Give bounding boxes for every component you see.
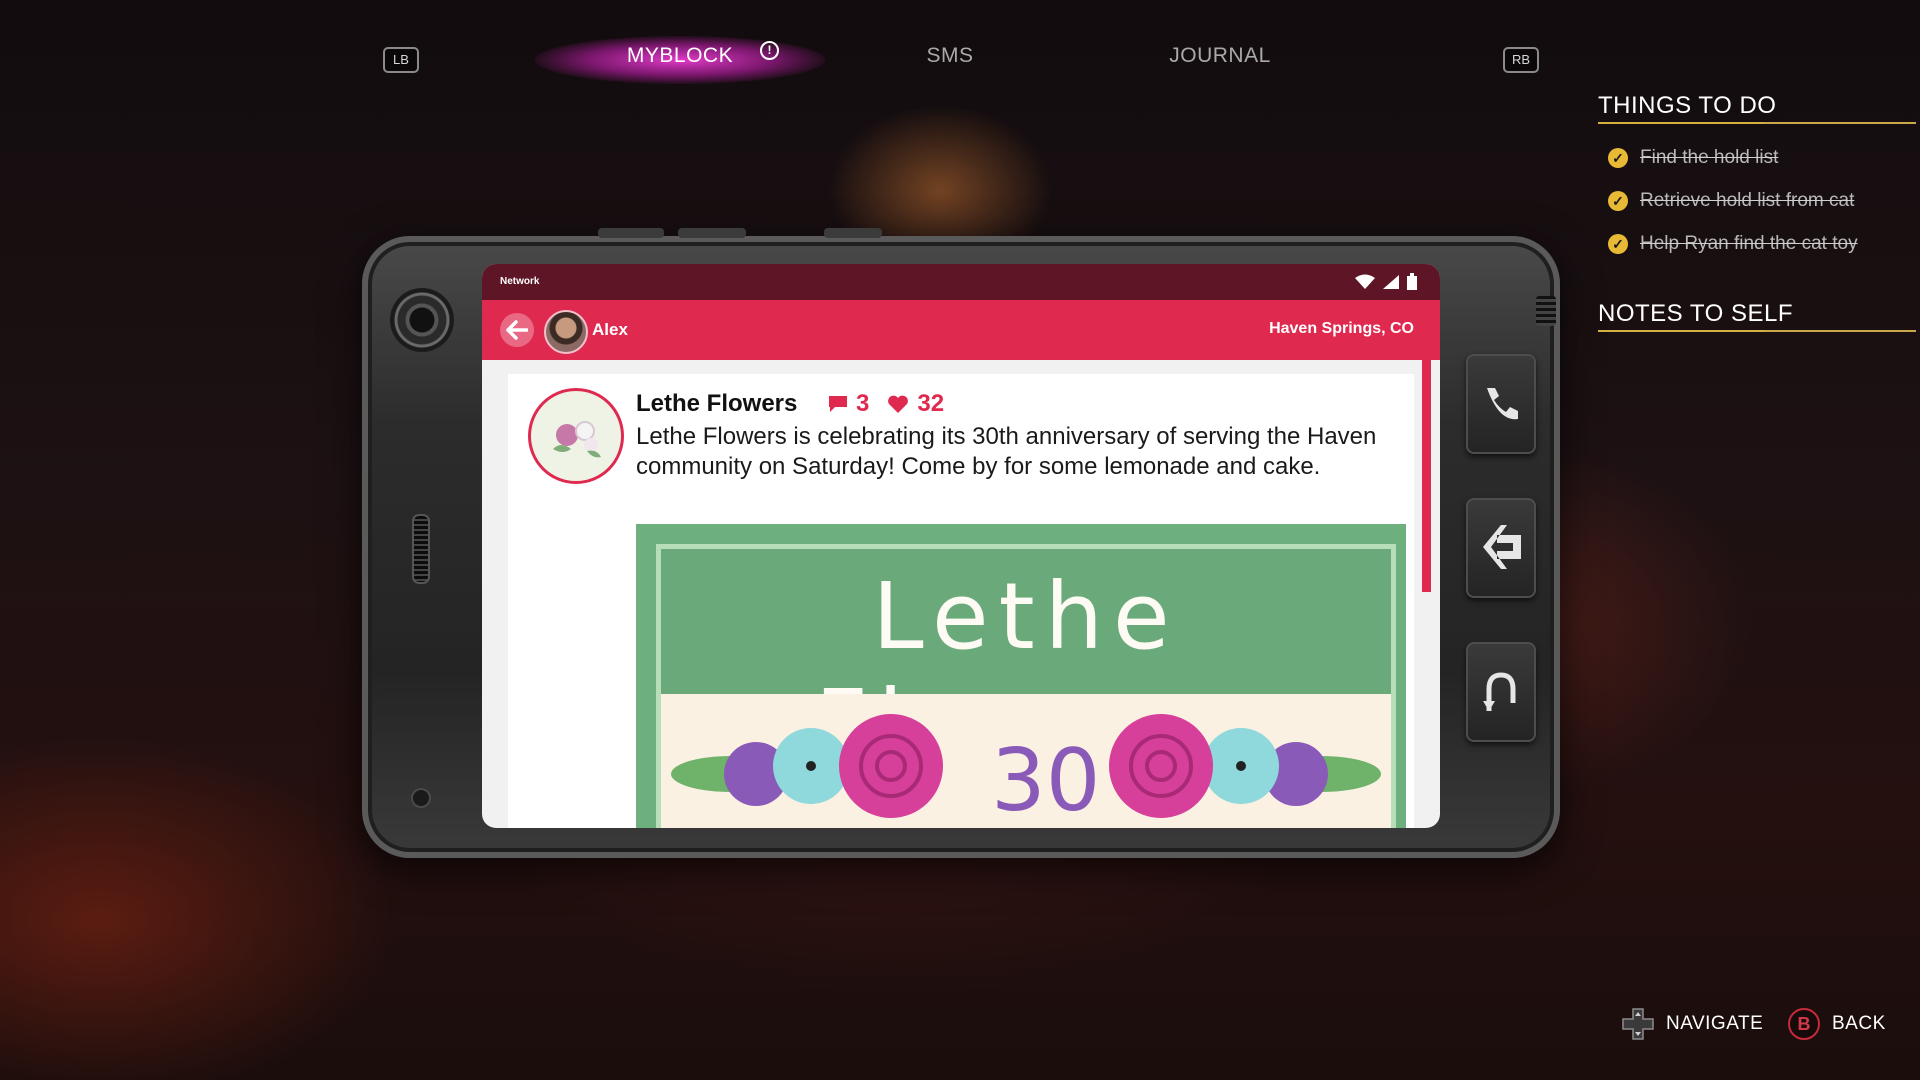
navigate-hint: NAVIGATE (1622, 1008, 1763, 1040)
back-arrow-button[interactable] (500, 313, 534, 347)
comment-icon (829, 396, 847, 412)
phone-top-button (598, 228, 664, 238)
flower-logo-icon (553, 421, 601, 458)
back-hint[interactable]: B BACK (1788, 1008, 1886, 1040)
signal-icon (1383, 275, 1399, 289)
user-name: Alex (592, 320, 628, 339)
call-button[interactable] (1466, 354, 1536, 454)
phone-sensor (411, 788, 431, 808)
phone-top-button (678, 228, 746, 238)
heart-icon[interactable] (887, 394, 909, 414)
exit-app-button[interactable] (1466, 498, 1536, 598)
image-anniversary-number: 30 (991, 731, 1101, 828)
speaker-grille (412, 514, 430, 584)
return-icon (1483, 672, 1516, 711)
post-card[interactable]: Lethe Flowers 3 32 Lethe Flowers is cele… (508, 374, 1414, 828)
heading-underline (1598, 330, 1916, 332)
post-author-avatar (528, 388, 624, 484)
phone-device: Network Alex Haven Springs, CO Lethe Flo… (362, 228, 1560, 858)
network-label: Network (500, 276, 540, 287)
like-count: 32 (917, 390, 945, 417)
phone-icon (1487, 388, 1518, 420)
checkmark-icon: ✓ (1608, 148, 1628, 168)
status-icons (1354, 273, 1418, 291)
phone-top-button (824, 228, 882, 238)
things-to-do-heading: THINGS TO DO (1598, 92, 1777, 119)
todo-label: Retrieve hold list from cat (1640, 190, 1855, 211)
return-button[interactable] (1466, 642, 1536, 742)
comment-count: 3 (856, 390, 870, 417)
side-grille (1536, 296, 1556, 326)
todo-label: Help Ryan find the cat toy (1640, 233, 1858, 254)
tab-journal[interactable]: JOURNAL (1140, 44, 1300, 68)
scrollbar[interactable] (1422, 360, 1431, 592)
post-author-name: Lethe Flowers (636, 390, 798, 417)
b-button-icon: B (1788, 1008, 1820, 1040)
dpad-icon (1622, 1008, 1654, 1040)
todo-item: ✓ Find the hold list (1608, 147, 1778, 169)
todo-item: ✓ Retrieve hold list from cat (1608, 190, 1854, 212)
exit-icon (1483, 525, 1521, 569)
location-label: Haven Springs, CO (1269, 320, 1414, 337)
checkmark-icon: ✓ (1608, 191, 1628, 211)
app-header: Alex Haven Springs, CO (482, 300, 1440, 360)
navigate-label: NAVIGATE (1666, 1013, 1764, 1034)
todo-item: ✓ Help Ryan find the cat toy (1608, 233, 1858, 255)
rb-button[interactable]: RB (1503, 47, 1539, 73)
post-image[interactable]: Lethe Flowers (636, 524, 1406, 828)
tab-sms[interactable]: SMS (880, 44, 1020, 68)
back-label: BACK (1832, 1013, 1886, 1034)
checkmark-icon: ✓ (1608, 234, 1628, 254)
lb-button[interactable]: LB (383, 47, 419, 73)
heading-underline (1598, 122, 1916, 124)
post-text: Lethe Flowers is celebrating its 30th an… (636, 423, 1377, 480)
todo-label: Find the hold list (1640, 147, 1779, 168)
camera-lens (390, 288, 454, 352)
alert-icon: ! (760, 41, 779, 60)
phone-screen: Network Alex Haven Springs, CO Lethe Flo… (482, 264, 1440, 828)
back-arrow-icon (506, 320, 528, 340)
image-frame: Lethe Flowers (656, 544, 1396, 828)
wifi-icon (1355, 274, 1375, 289)
post-stats: 3 32 (828, 390, 944, 418)
user-avatar[interactable] (544, 310, 588, 354)
tab-myblock[interactable]: MYBLOCK (600, 44, 760, 68)
status-bar: Network (482, 264, 1440, 300)
battery-icon (1407, 273, 1417, 290)
notes-to-self-heading: NOTES TO SELF (1598, 300, 1793, 327)
